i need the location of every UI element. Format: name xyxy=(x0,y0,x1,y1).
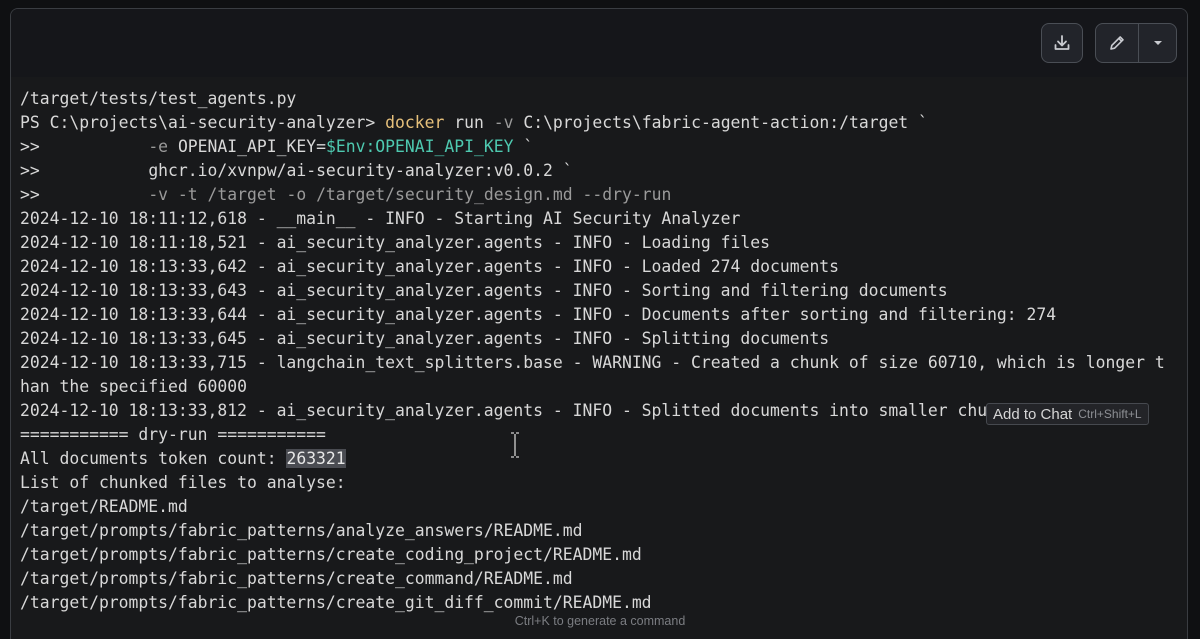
file-path-line: /target/prompts/fabric_patterns/create_g… xyxy=(20,593,652,612)
edit-button-group xyxy=(1095,23,1177,63)
token-count-line: All documents token count: 263321 xyxy=(20,447,1187,471)
log-line-wrap: han the specified 60000 xyxy=(20,377,247,396)
download-button[interactable] xyxy=(1041,23,1083,63)
log-line: 2024-12-10 18:13:33,644 - ai_security_an… xyxy=(20,305,1057,324)
command-sub: run xyxy=(454,113,484,132)
command-name: docker xyxy=(385,113,445,132)
more-options-button[interactable] xyxy=(1139,24,1176,62)
terminal-line: /target/tests/test_agents.py xyxy=(20,89,297,108)
log-line: 2024-12-10 18:11:12,618 - __main__ - INF… xyxy=(20,209,741,228)
command-flag: -e xyxy=(148,137,169,156)
pencil-icon xyxy=(1107,33,1127,53)
command-arg: ghcr.io/xvnpw/ai-security-analyzer:v0.0.… xyxy=(148,161,573,180)
prompt: PS C:\projects\ai-security-analyzer> xyxy=(20,113,376,132)
log-line: 2024-12-10 18:13:33,645 - ai_security_an… xyxy=(20,329,830,348)
log-line: 2024-12-10 18:13:33,643 - ai_security_an… xyxy=(20,281,948,300)
log-line: 2024-12-10 18:11:18,521 - ai_security_an… xyxy=(20,233,770,252)
file-path-line: /target/prompts/fabric_patterns/create_c… xyxy=(20,569,573,588)
log-line: 2024-12-10 18:13:33,642 - ai_security_an… xyxy=(20,257,840,276)
env-variable: $Env:OPENAI_API_KEY xyxy=(325,137,514,156)
terminal-line-continuation: >> ghcr.io/xvnpw/ai-security-analyzer:v0… xyxy=(20,159,1187,183)
terminal-header xyxy=(11,9,1187,78)
file-path-line: /target/README.md xyxy=(20,497,188,516)
token-count-selection[interactable]: 263321 xyxy=(286,449,346,468)
file-path-line: /target/prompts/fabric_patterns/analyze_… xyxy=(20,521,583,540)
tooltip-label: Add to Chat xyxy=(993,405,1073,423)
download-icon xyxy=(1052,33,1072,53)
edit-button[interactable] xyxy=(1096,24,1140,62)
command-flag: -v xyxy=(493,113,514,132)
log-line-warning: 2024-12-10 18:13:33,715 - langchain_text… xyxy=(20,353,1165,372)
terminal-line-continuation: >> -e OPENAI_API_KEY=$Env:OPENAI_API_KEY… xyxy=(20,135,1187,159)
command-arg: OPENAI_API_KEY= xyxy=(177,137,326,156)
line-continuation: ` xyxy=(513,137,534,156)
terminal-output[interactable]: /target/tests/test_agents.py PS C:\proje… xyxy=(11,77,1187,639)
terminal-line-command: PS C:\projects\ai-security-analyzer> doc… xyxy=(20,111,1187,135)
continuation-prompt: >> xyxy=(20,185,40,204)
token-count-label: All documents token count: xyxy=(20,449,277,468)
terminal-line-continuation: >> -v -t /target -o /target/security_des… xyxy=(20,183,1187,207)
continuation-prompt: >> xyxy=(20,161,40,180)
terminal-window: /target/tests/test_agents.py PS C:\proje… xyxy=(10,8,1188,639)
dry-run-separator: =========== dry-run =========== xyxy=(20,425,326,444)
file-path-line: /target/prompts/fabric_patterns/create_c… xyxy=(20,545,642,564)
command-arg: C:\projects\fabric-agent-action:/target … xyxy=(523,113,928,132)
tooltip-shortcut: Ctrl+Shift+L xyxy=(1078,407,1142,421)
command-hint: Ctrl+K to generate a command xyxy=(514,614,686,628)
command-args: -v -t /target -o /target/security_design… xyxy=(148,185,672,204)
text-cursor-icon xyxy=(510,432,520,458)
add-to-chat-tooltip[interactable]: Add to Chat Ctrl+Shift+L xyxy=(986,403,1149,425)
output-line: List of chunked files to analyse: xyxy=(20,473,346,492)
continuation-prompt: >> xyxy=(20,137,40,156)
chevron-down-icon xyxy=(1151,36,1165,50)
